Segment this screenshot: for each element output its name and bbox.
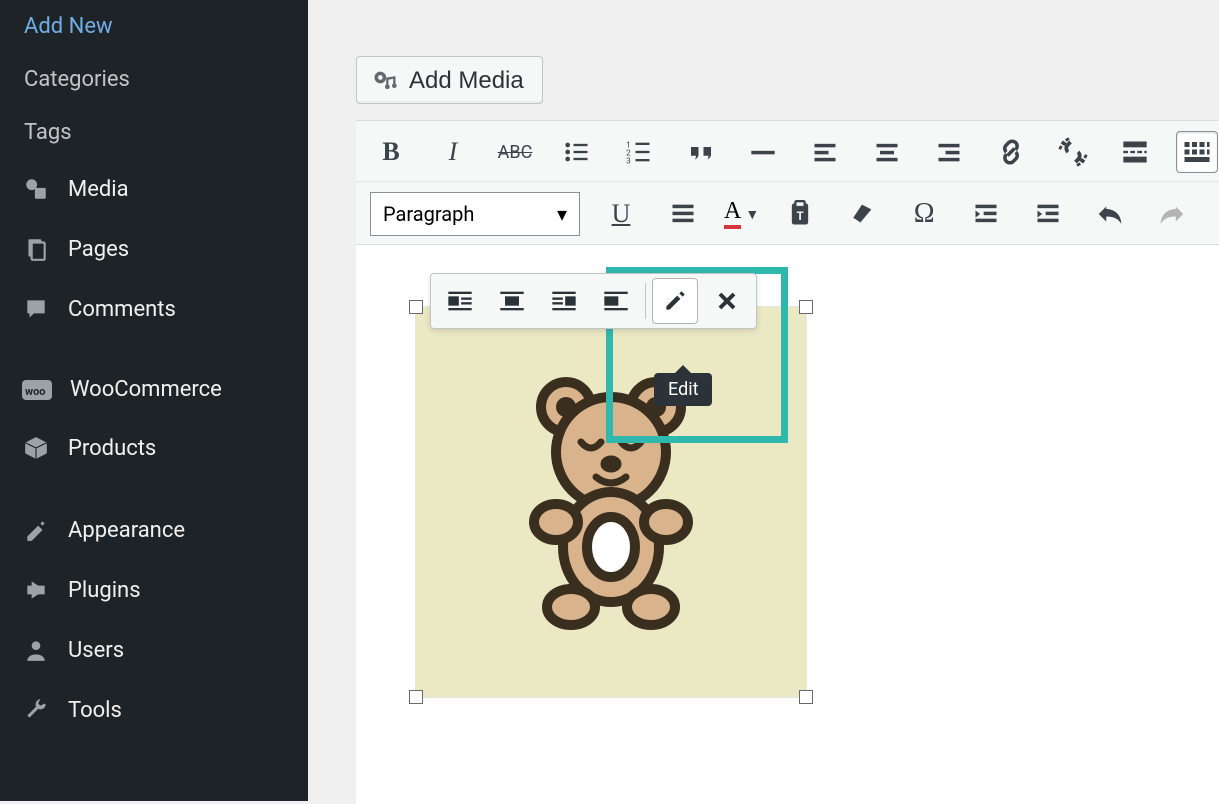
resize-handle-sw[interactable] [409, 690, 423, 704]
toolbar-row-1: B I ABC 123 [356, 121, 1219, 181]
admin-sidebar: Add New Categories Tags Media Pages Comm… [0, 0, 308, 801]
sidebar-item-comments[interactable]: Comments [0, 279, 308, 339]
sidebar-item-label: Pages [68, 237, 129, 262]
svg-text:woo: woo [25, 385, 46, 398]
camera-music-icon [371, 67, 399, 95]
format-select-value: Paragraph [383, 202, 474, 226]
align-left-button[interactable] [804, 131, 846, 173]
woocommerce-icon: woo [22, 380, 52, 400]
align-center-button[interactable] [866, 131, 908, 173]
undo-button[interactable] [1089, 193, 1131, 235]
users-icon [22, 636, 50, 664]
resize-handle-se[interactable] [799, 690, 813, 704]
selected-image-wrapper: Edit [416, 307, 806, 697]
sidebar-item-label: Users [68, 638, 124, 663]
paragraph-format-select[interactable]: Paragraph ▾ [370, 192, 580, 236]
sidebar-item-products[interactable]: Products [0, 418, 308, 478]
edit-tooltip: Edit [654, 373, 712, 406]
sidebar-item-label: Appearance [68, 518, 185, 543]
teddy-bear-icon [511, 372, 711, 632]
sidebar-item-label: Tools [68, 698, 122, 723]
toolbar-separator [645, 283, 646, 319]
sidebar-subitem-tags[interactable]: Tags [0, 106, 308, 159]
sidebar-item-pages[interactable]: Pages [0, 219, 308, 279]
tools-icon [22, 696, 50, 724]
chevron-down-icon: ▼ [745, 206, 759, 223]
add-media-button[interactable]: Add Media [356, 56, 543, 104]
toolbar-row-2: Paragraph ▾ U A ▼ T Ω [356, 181, 1219, 244]
horizontal-rule-button[interactable] [742, 131, 784, 173]
sidebar-item-label: WooCommerce [70, 377, 222, 402]
sidebar-subitem-add-new[interactable]: Add New [0, 0, 308, 53]
special-character-button[interactable]: Ω [903, 193, 945, 235]
remove-link-button[interactable] [1052, 131, 1094, 173]
bold-button[interactable]: B [370, 131, 412, 173]
comments-icon [22, 295, 50, 323]
numbered-list-button[interactable]: 123 [618, 131, 660, 173]
text-color-button[interactable]: A ▼ [724, 199, 759, 229]
content-image[interactable] [416, 307, 806, 697]
text-color-a-icon: A [724, 199, 741, 229]
image-align-center-button[interactable] [489, 278, 535, 324]
sidebar-item-woocommerce[interactable]: woo WooCommerce [0, 361, 308, 418]
chevron-down-icon: ▾ [557, 202, 567, 226]
svg-text:T: T [797, 209, 804, 223]
resize-handle-ne[interactable] [799, 300, 813, 314]
sidebar-item-label: Plugins [68, 578, 141, 603]
image-align-none-button[interactable] [593, 278, 639, 324]
sidebar-item-tools[interactable]: Tools [0, 680, 308, 740]
appearance-icon [22, 516, 50, 544]
pages-icon [22, 235, 50, 263]
sidebar-subitem-categories[interactable]: Categories [0, 53, 308, 106]
image-edit-button[interactable] [652, 278, 698, 324]
media-icon [22, 175, 50, 203]
paste-as-text-button[interactable]: T [779, 193, 821, 235]
products-icon [22, 434, 50, 462]
image-align-left-button[interactable] [437, 278, 483, 324]
editor-toolbar-wrap: B I ABC 123 [356, 120, 1219, 804]
redo-button[interactable] [1151, 193, 1193, 235]
read-more-button[interactable] [1114, 131, 1156, 173]
image-remove-button[interactable] [704, 278, 750, 324]
clear-formatting-button[interactable] [841, 193, 883, 235]
sidebar-item-label: Products [68, 436, 156, 461]
italic-button[interactable]: I [432, 131, 474, 173]
resize-handle-nw[interactable] [409, 300, 423, 314]
underline-button[interactable]: U [600, 193, 642, 235]
align-right-button[interactable] [928, 131, 970, 173]
toolbar-toggle-button[interactable] [1176, 131, 1218, 173]
sidebar-item-media[interactable]: Media [0, 159, 308, 219]
sidebar-item-users[interactable]: Users [0, 620, 308, 680]
editor-main: Add Media B I ABC 123 [308, 0, 1219, 801]
image-align-right-button[interactable] [541, 278, 587, 324]
editor-content-area[interactable]: Edit [356, 244, 1219, 804]
sidebar-item-label: Comments [68, 297, 176, 322]
bulleted-list-button[interactable] [556, 131, 598, 173]
blockquote-button[interactable] [680, 131, 722, 173]
image-inline-toolbar [430, 273, 757, 329]
add-media-label: Add Media [409, 67, 524, 95]
strikethrough-button[interactable]: ABC [494, 131, 536, 173]
insert-link-button[interactable] [990, 131, 1032, 173]
svg-text:3: 3 [626, 156, 631, 166]
justify-button[interactable] [662, 193, 704, 235]
sidebar-item-appearance[interactable]: Appearance [0, 500, 308, 560]
sidebar-item-plugins[interactable]: Plugins [0, 560, 308, 620]
outdent-button[interactable] [965, 193, 1007, 235]
indent-button[interactable] [1027, 193, 1069, 235]
plugins-icon [22, 576, 50, 604]
sidebar-item-label: Media [68, 177, 129, 202]
